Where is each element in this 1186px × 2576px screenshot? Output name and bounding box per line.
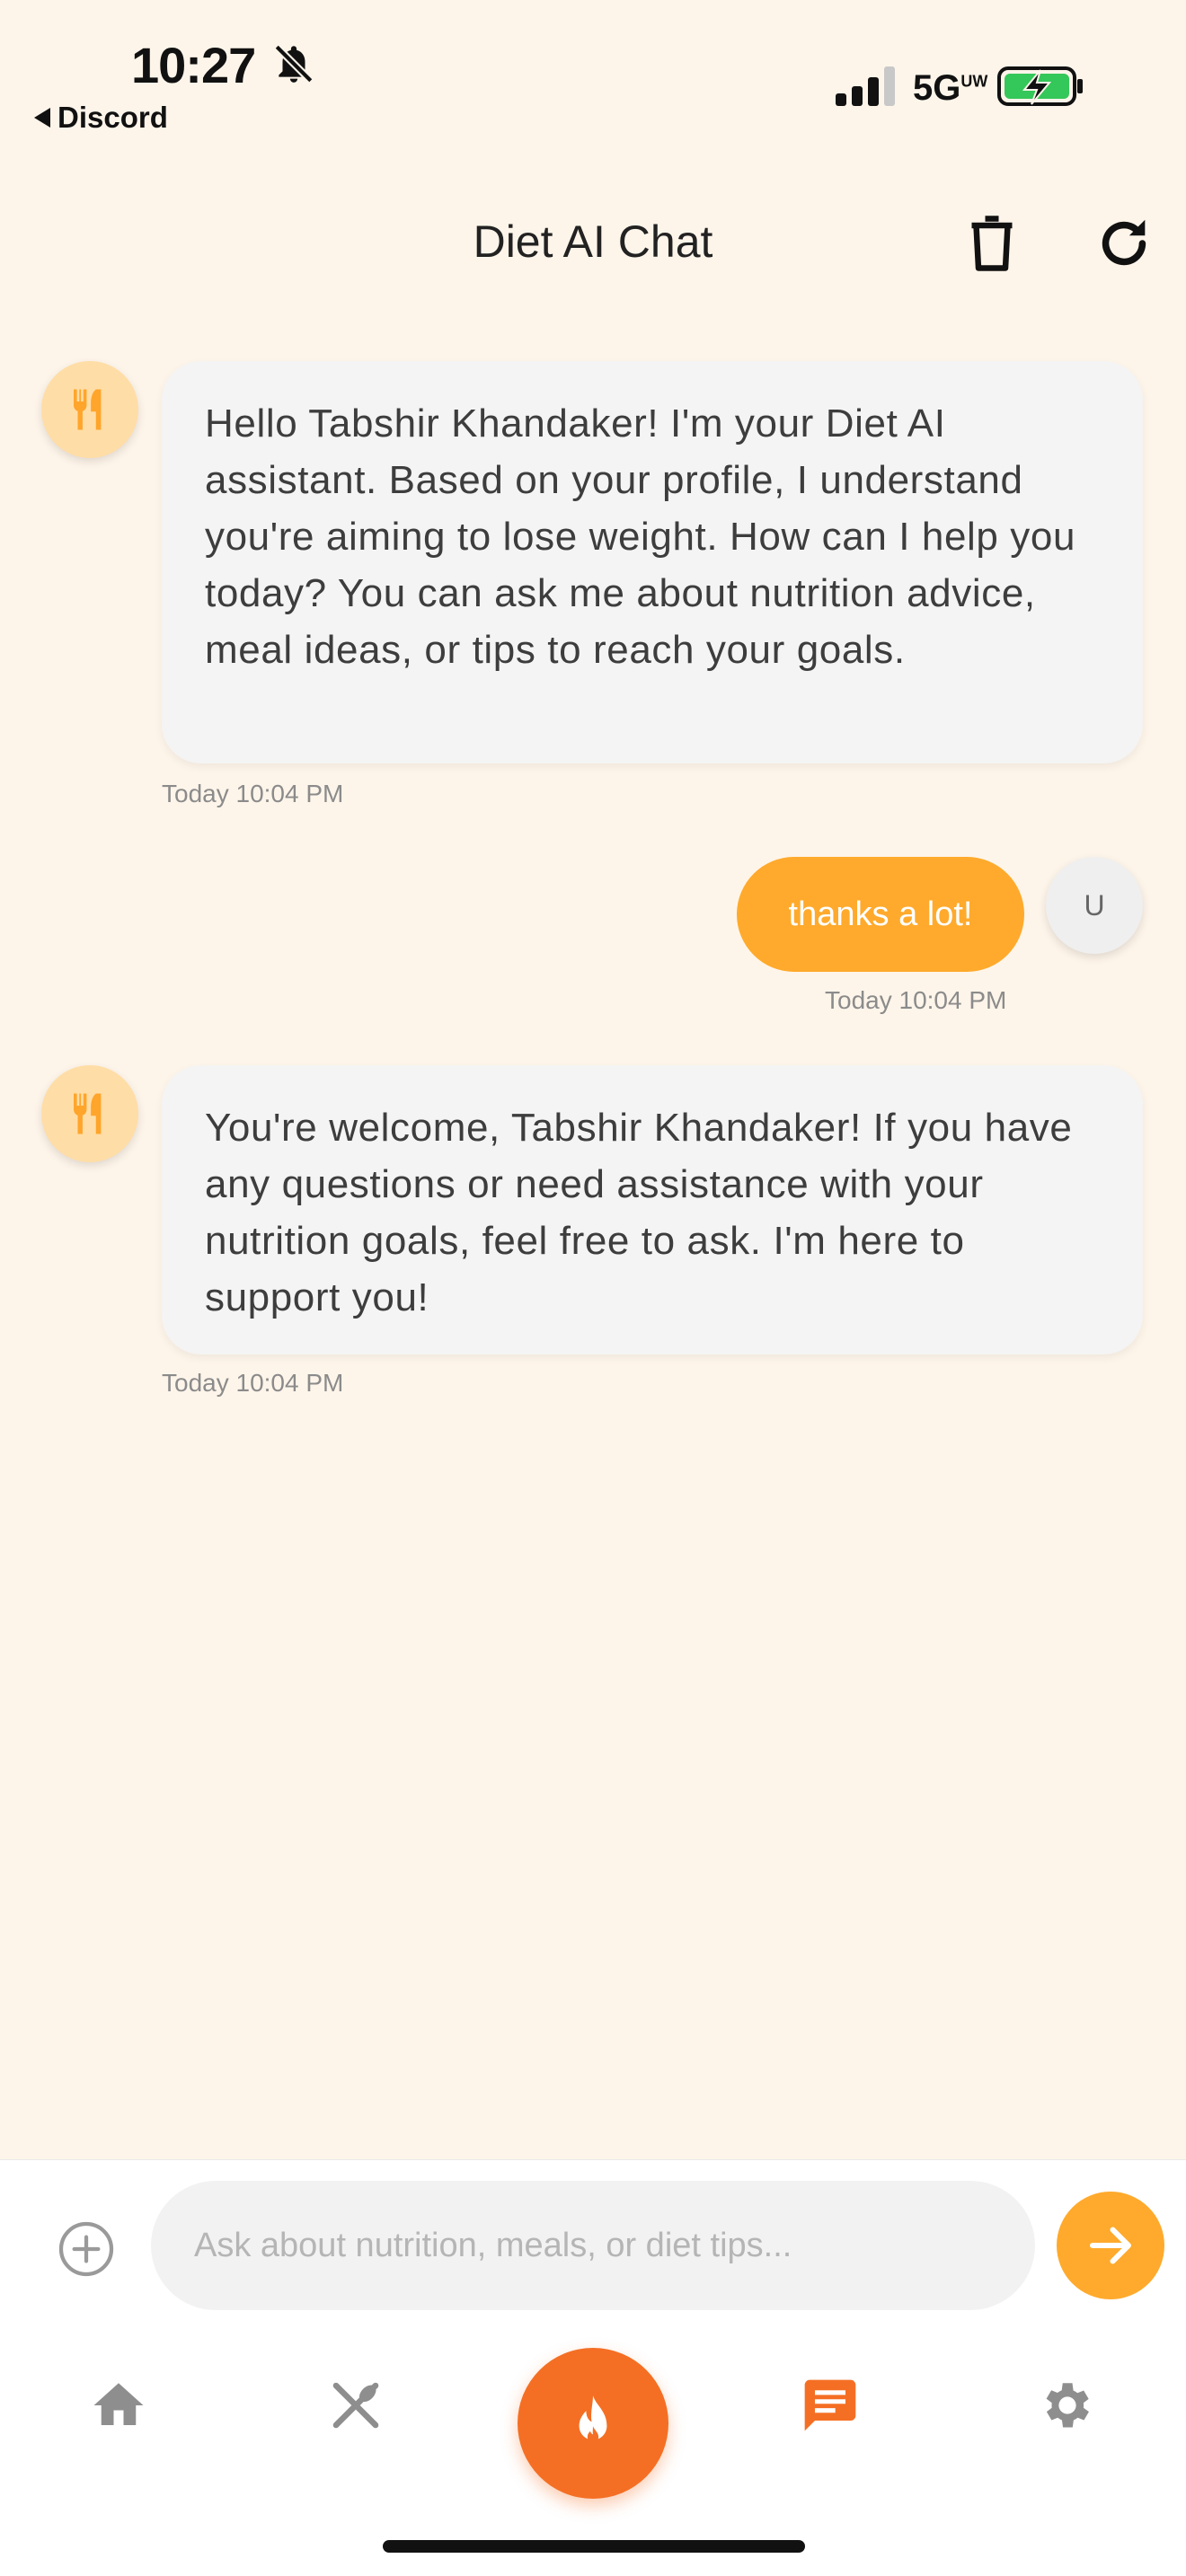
chat-message-input[interactable] — [151, 2181, 1035, 2310]
user-avatar: U — [1046, 857, 1143, 954]
arrow-right-icon — [1090, 2227, 1131, 2264]
utensils-icon — [74, 389, 102, 430]
bell-off-icon — [274, 44, 314, 84]
network-suffix: UW — [960, 72, 988, 91]
back-arrow-icon — [34, 108, 50, 128]
message-timestamp: Today 10:04 PM — [825, 986, 1007, 1014]
flame-icon — [579, 2395, 607, 2443]
home-indicator — [383, 2540, 805, 2553]
nav-meals-button[interactable] — [313, 2362, 399, 2448]
bot-avatar — [41, 1065, 138, 1162]
add-attachment-button[interactable] — [58, 2220, 115, 2278]
bot-avatar — [41, 361, 138, 458]
battery-charging-icon — [997, 66, 1083, 106]
refresh-chat-button[interactable] — [1093, 212, 1155, 275]
back-app-label: Discord — [58, 101, 168, 134]
gear-icon — [1046, 2383, 1089, 2428]
nav-settings-button[interactable] — [1024, 2362, 1111, 2448]
chat-icon — [804, 2379, 856, 2431]
home-icon — [93, 2383, 144, 2425]
utensils-crossed-icon — [332, 2382, 379, 2429]
nav-chat-button[interactable] — [787, 2362, 873, 2448]
back-to-app-link[interactable]: Discord — [34, 101, 168, 135]
nav-home-button[interactable] — [75, 2362, 162, 2448]
send-button[interactable] — [1057, 2192, 1164, 2299]
nav-calories-button[interactable] — [518, 2348, 668, 2499]
delete-chat-button[interactable] — [965, 212, 1019, 275]
message-timestamp: Today 10:04 PM — [162, 1369, 344, 1397]
network-type: 5G — [913, 68, 961, 108]
utensils-icon — [74, 1093, 102, 1134]
signal-icon — [836, 66, 895, 106]
status-time: 10:27 — [131, 37, 256, 93]
user-message-bubble: thanks a lot! — [737, 857, 1024, 972]
bot-message-bubble: You're welcome, Tabshir Khandaker! If yo… — [162, 1065, 1143, 1354]
bot-message-bubble: Hello Tabshir Khandaker! I'm your Diet A… — [162, 361, 1143, 763]
network-label: 5GUW — [913, 68, 987, 109]
message-timestamp: Today 10:04 PM — [162, 780, 344, 807]
